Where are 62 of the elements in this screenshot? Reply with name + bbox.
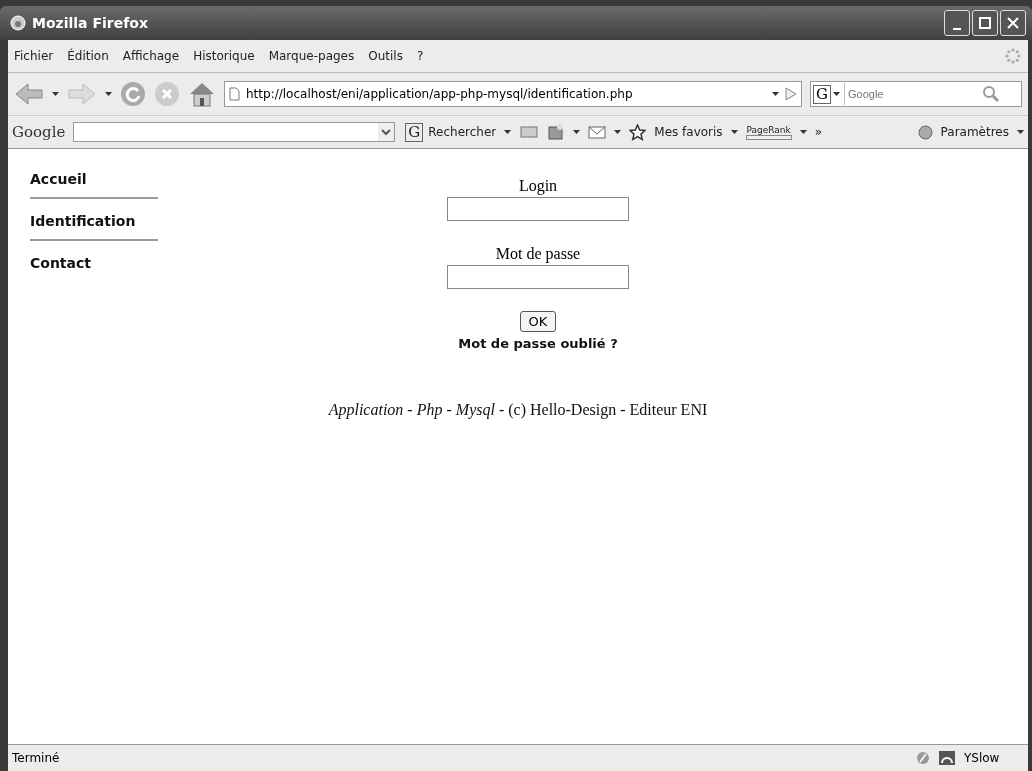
go-arrow-icon[interactable] bbox=[785, 87, 797, 101]
forgot-password-link[interactable]: Mot de passe oublié ? bbox=[458, 336, 618, 351]
settings-menu[interactable]: Paramètres bbox=[940, 125, 1009, 139]
back-arrow-icon[interactable] bbox=[14, 82, 44, 106]
gauge-icon[interactable] bbox=[938, 750, 956, 766]
favorites-menu[interactable]: Mes favoris bbox=[654, 125, 723, 139]
menu-item[interactable]: Outils bbox=[368, 49, 403, 63]
search-caret-icon bbox=[504, 130, 512, 134]
yslow-label[interactable]: YSlow bbox=[964, 751, 1024, 765]
password-label: Mot de passe bbox=[495, 245, 581, 263]
menu-item[interactable]: Fichier bbox=[14, 49, 54, 63]
google-logo: Google bbox=[12, 123, 66, 141]
toolbar-search-field[interactable] bbox=[73, 122, 396, 142]
minimize-button[interactable] bbox=[944, 10, 970, 36]
puzzle-icon[interactable] bbox=[547, 123, 566, 141]
menu-item[interactable]: Édition bbox=[67, 49, 109, 63]
status-text: Terminé bbox=[12, 751, 61, 765]
ok-button[interactable]: OK bbox=[519, 311, 557, 332]
dropdown-caret-icon[interactable] bbox=[378, 123, 395, 141]
search-icon[interactable] bbox=[981, 84, 1001, 104]
more-tools-button[interactable]: » bbox=[814, 125, 822, 139]
footer-text: Application - Php - Mysql - (c) Hello-Design - Editeur ENI bbox=[328, 401, 708, 419]
home-icon[interactable] bbox=[188, 81, 216, 107]
nav-link[interactable]: Contact bbox=[30, 251, 158, 281]
back-menu-caret-icon bbox=[52, 92, 59, 96]
window-title: Mozilla Firefox bbox=[32, 15, 149, 31]
search-box[interactable]: G Google bbox=[810, 81, 1022, 107]
menu-item[interactable]: Historique bbox=[193, 49, 255, 63]
engine-caret-icon bbox=[833, 92, 840, 96]
settings-icon[interactable] bbox=[917, 124, 933, 140]
search-engine-label[interactable]: G bbox=[813, 84, 831, 104]
settings-caret-icon bbox=[1017, 130, 1024, 134]
throbber-icon bbox=[1004, 47, 1022, 65]
mail-icon[interactable] bbox=[588, 125, 607, 139]
reload-icon[interactable] bbox=[120, 81, 146, 107]
login-label: Login bbox=[518, 177, 558, 195]
menu-item[interactable]: Marque-pages bbox=[268, 49, 355, 63]
menu-item[interactable]: Affichage bbox=[122, 49, 180, 63]
nav-link[interactable]: Accueil bbox=[30, 167, 158, 197]
star-icon[interactable] bbox=[629, 123, 647, 141]
mail-caret-icon bbox=[614, 130, 622, 134]
address-field[interactable]: http://localhost/eni/application/app-php-mysql/identification.php bbox=[224, 81, 802, 107]
maximize-icon bbox=[979, 17, 991, 29]
close-icon bbox=[1007, 17, 1019, 29]
nav-link[interactable]: Identification bbox=[30, 209, 158, 239]
pagerank-meter: PageRank bbox=[745, 124, 792, 140]
maximize-button[interactable] bbox=[972, 10, 998, 36]
password-field[interactable] bbox=[447, 265, 629, 289]
menu-item[interactable]: ? bbox=[416, 49, 424, 63]
minimize-icon bbox=[953, 28, 961, 30]
login-field[interactable] bbox=[447, 197, 629, 221]
forward-menu-caret-icon bbox=[105, 92, 112, 96]
news-icon[interactable] bbox=[519, 124, 540, 140]
close-button[interactable] bbox=[1000, 10, 1026, 36]
puzzle-caret-icon bbox=[573, 130, 581, 134]
page-icon bbox=[229, 87, 240, 101]
search-button[interactable]: G Rechercher bbox=[403, 122, 497, 142]
history-caret-icon bbox=[772, 92, 779, 96]
favorites-caret-icon bbox=[730, 130, 738, 134]
pagerank-caret-icon bbox=[799, 130, 807, 134]
blocked-icon bbox=[916, 751, 930, 765]
browser-logo-icon bbox=[10, 15, 26, 31]
